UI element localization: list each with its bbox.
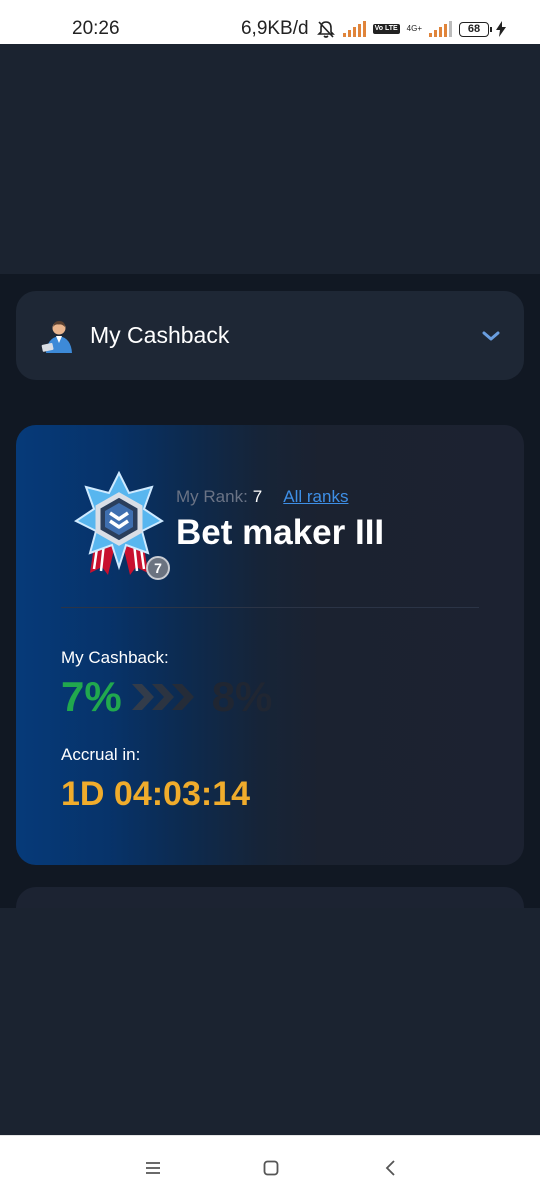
- cashback-current: 7%: [61, 673, 122, 720]
- rank-card: 7 My Rank: 7 All ranks Bet maker III My …: [16, 425, 524, 865]
- my-cashback-dropdown[interactable]: My Cashback: [16, 291, 524, 380]
- user-avatar-icon: [41, 320, 72, 353]
- cashback-label: My Cashback:: [61, 648, 169, 667]
- rank-line: My Rank: 7 All ranks: [176, 487, 348, 507]
- signal-strength-2-icon: [429, 21, 452, 37]
- chevron-down-icon[interactable]: [482, 330, 500, 342]
- rank-value: 7: [252, 487, 263, 506]
- divider: [61, 607, 479, 608]
- charging-icon: [496, 21, 506, 37]
- menu-icon[interactable]: [143, 1158, 163, 1178]
- mute-notifications-icon: [316, 21, 335, 38]
- rank-name: Bet maker III: [176, 513, 385, 552]
- network-speed: 6,9KB/d: [240, 18, 309, 39]
- rank-number-badge: 7: [146, 556, 170, 580]
- lower-area: [0, 908, 540, 1135]
- dropdown-label: My Cashback: [90, 322, 230, 348]
- progress-arrows-icon: [131, 684, 194, 710]
- accrual-label: Accrual in:: [61, 745, 141, 764]
- accrual-timer: 1D 04:03:14: [61, 775, 251, 813]
- status-time: 20:26: [72, 18, 120, 39]
- next-card: [16, 887, 524, 908]
- cashback-next: 8%: [211, 673, 273, 720]
- home-icon[interactable]: [261, 1158, 281, 1178]
- status-bar: 20:26 6,9KB/d Vo LTE 4G+ 68: [0, 0, 540, 44]
- back-icon[interactable]: [381, 1158, 401, 1178]
- network-type: 4G+: [406, 24, 422, 33]
- all-ranks-link[interactable]: All ranks: [283, 487, 348, 507]
- volte-icon: Vo LTE: [372, 24, 400, 34]
- rank-label: My Rank:: [176, 487, 248, 506]
- cashback-row: 7% 8%: [61, 673, 272, 721]
- signal-strength-icon: [342, 21, 366, 37]
- header-area: [0, 44, 540, 274]
- status-icons: 6,9KB/d Vo LTE 4G+ 68: [241, 18, 506, 40]
- battery-icon: 68: [459, 21, 492, 37]
- system-nav-bar: [0, 1135, 540, 1200]
